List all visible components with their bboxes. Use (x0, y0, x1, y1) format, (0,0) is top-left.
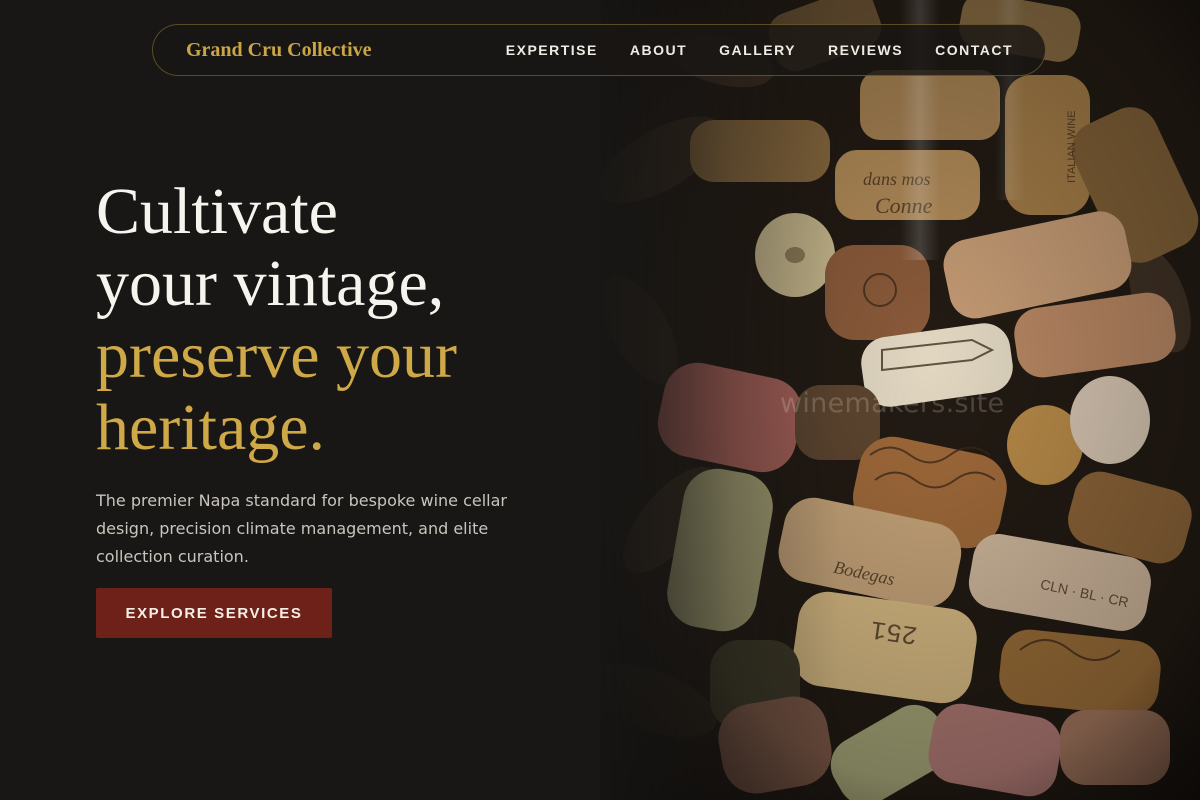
nav-links: EXPERTISE ABOUT GALLERY REVIEWS CONTACT (506, 42, 1013, 58)
explore-services-button[interactable]: EXPLORE SERVICES (96, 588, 332, 638)
top-navigation: Grand Cru Collective EXPERTISE ABOUT GAL… (152, 24, 1046, 76)
nav-link-expertise[interactable]: EXPERTISE (506, 42, 598, 58)
image-watermark: winemakers.site (780, 388, 1005, 419)
page: dans mos Conne ITALIAN WINE Bodegas 251 … (0, 0, 1200, 800)
headline-accent-line-1: preserve your (96, 319, 458, 392)
nav-link-gallery[interactable]: GALLERY (719, 42, 796, 58)
headline-accent-line-2: heritage. (96, 391, 326, 464)
hero-headline: Cultivate your vintage, preserve your he… (96, 176, 576, 464)
headline-line-2: your vintage, (96, 247, 445, 320)
nav-link-contact[interactable]: CONTACT (935, 42, 1013, 58)
nav-link-reviews[interactable]: REVIEWS (828, 42, 903, 58)
hero-image-wine-corks: dans mos Conne ITALIAN WINE Bodegas 251 … (600, 0, 1200, 800)
hero-description: The premier Napa standard for bespoke wi… (96, 491, 507, 566)
brand-logo[interactable]: Grand Cru Collective (186, 39, 372, 62)
nav-link-about[interactable]: ABOUT (630, 42, 687, 58)
headline-line-1: Cultivate (96, 175, 338, 248)
